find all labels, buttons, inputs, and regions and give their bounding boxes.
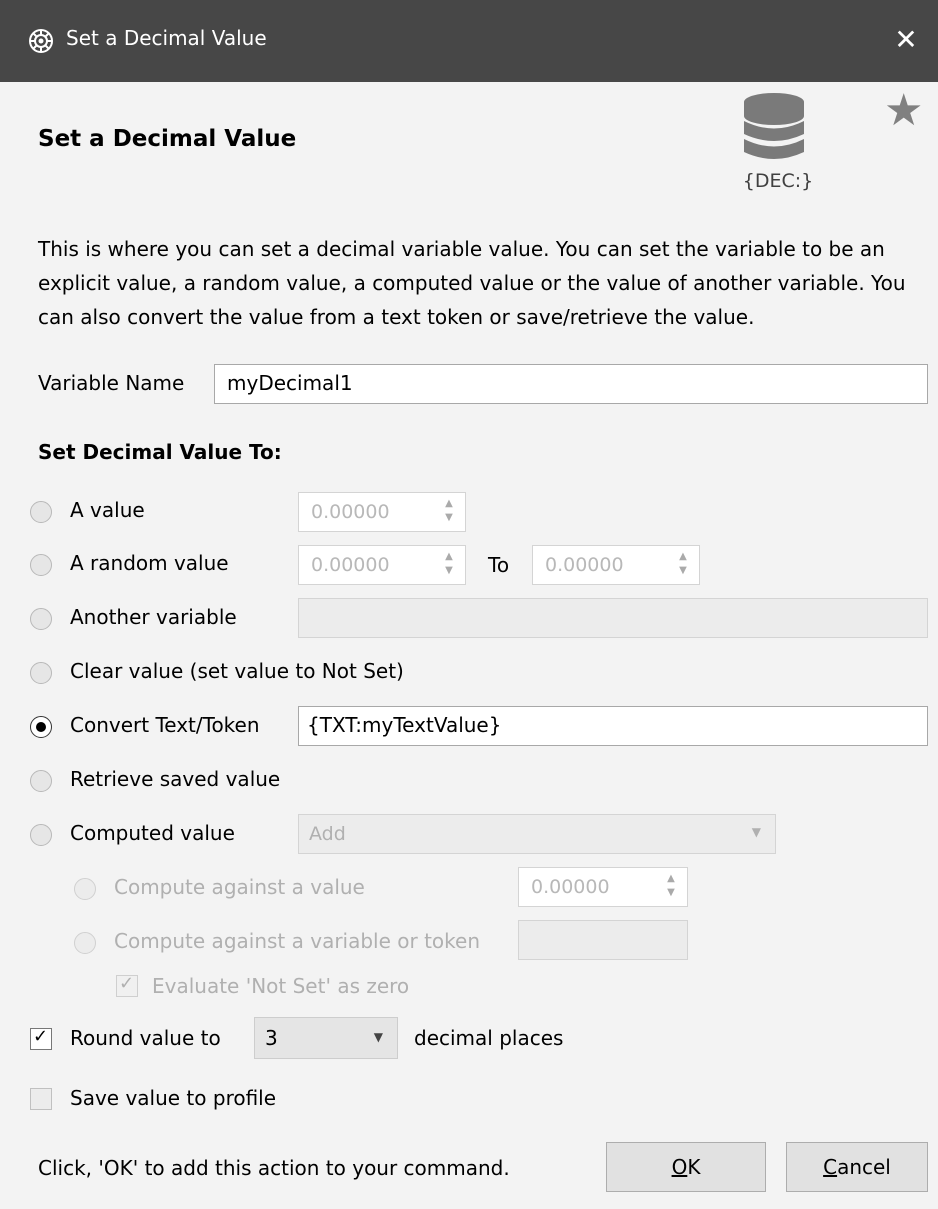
radio-button[interactable] [74,878,96,900]
spinner-value: 0.00000 [531,876,610,898]
save-to-profile-checkbox[interactable] [30,1088,52,1110]
radio-label: A random value [70,551,229,575]
cancel-button[interactable]: Cancel [786,1142,928,1192]
spinner-arrows-icon[interactable]: ▲ ▼ [443,550,455,578]
evaluate-not-set-label: Evaluate 'Not Set' as zero [152,974,410,998]
variable-name-input[interactable]: myDecimal1 [214,364,928,404]
select-value: 3 [265,1026,278,1050]
variable-name-label: Variable Name [38,371,185,395]
section-title: Set Decimal Value To: [38,440,282,464]
select-value: Add [309,823,346,845]
radio-button[interactable] [30,554,52,576]
round-value-checkbox[interactable] [30,1026,52,1050]
page-title: Set a Decimal Value [38,126,297,152]
radio-label: Another variable [70,605,237,629]
radio-label: Convert Text/Token [70,713,260,737]
random-to-label: To [488,553,510,577]
evaluate-not-set-checkbox[interactable] [116,973,138,997]
window-title: Set a Decimal Value [66,26,267,50]
computed-operation-select[interactable]: Add ▼ [298,814,776,854]
radio-button[interactable] [30,824,52,846]
spinner-arrows-icon[interactable]: ▲ ▼ [443,497,455,525]
random-to-spinner[interactable]: 0.00000 ▲ ▼ [532,545,700,585]
chevron-down-icon[interactable]: ▼ [752,825,761,839]
convert-text-token-input[interactable]: {TXT:myTextValue} [298,706,928,746]
radio-label: Compute against a variable or token [114,929,481,953]
close-icon[interactable]: ✕ [888,20,924,60]
spinner-value: 0.00000 [311,554,390,576]
title-bar: Set a Decimal Value ✕ [0,0,938,82]
radio-label: A value [70,498,145,522]
radio-button[interactable] [30,662,52,684]
favorite-star-icon[interactable]: ★ [884,89,923,133]
decimal-places-select[interactable]: 3 ▼ [254,1017,398,1059]
gear-icon [29,29,53,53]
description-text: This is where you can set a decimal vari… [38,237,906,329]
another-variable-input[interactable] [298,598,928,638]
radio-button[interactable] [74,932,96,954]
radio-label: Clear value (set value to Not Set) [70,659,404,683]
radio-button[interactable] [30,770,52,792]
radio-button[interactable] [30,716,52,738]
database-icon [744,93,804,159]
ok-button[interactable]: OK [606,1142,766,1192]
spinner-value: 0.00000 [311,501,390,523]
compute-value-spinner[interactable]: 0.00000 ▲ ▼ [518,867,688,907]
radio-label: Compute against a value [114,875,365,899]
radio-button[interactable] [30,608,52,630]
compute-variable-input[interactable] [518,920,688,960]
radio-label: Retrieve saved value [70,767,281,791]
radio-button[interactable] [30,501,52,523]
spinner-value: 0.00000 [545,554,624,576]
decimal-places-label: decimal places [414,1026,564,1050]
radio-label: Computed value [70,821,235,845]
round-value-label: Round value to [70,1026,221,1050]
chevron-down-icon[interactable]: ▼ [374,1030,383,1044]
random-from-spinner[interactable]: 0.00000 ▲ ▼ [298,545,466,585]
spinner-arrows-icon[interactable]: ▲ ▼ [677,550,689,578]
footer-hint: Click, 'OK' to add this action to your c… [38,1156,510,1180]
spinner-arrows-icon[interactable]: ▲ ▼ [665,872,677,900]
save-to-profile-label: Save value to profile [70,1086,277,1110]
a-value-spinner[interactable]: 0.00000 ▲ ▼ [298,492,466,532]
icon-caption: {DEC:} [742,170,814,192]
